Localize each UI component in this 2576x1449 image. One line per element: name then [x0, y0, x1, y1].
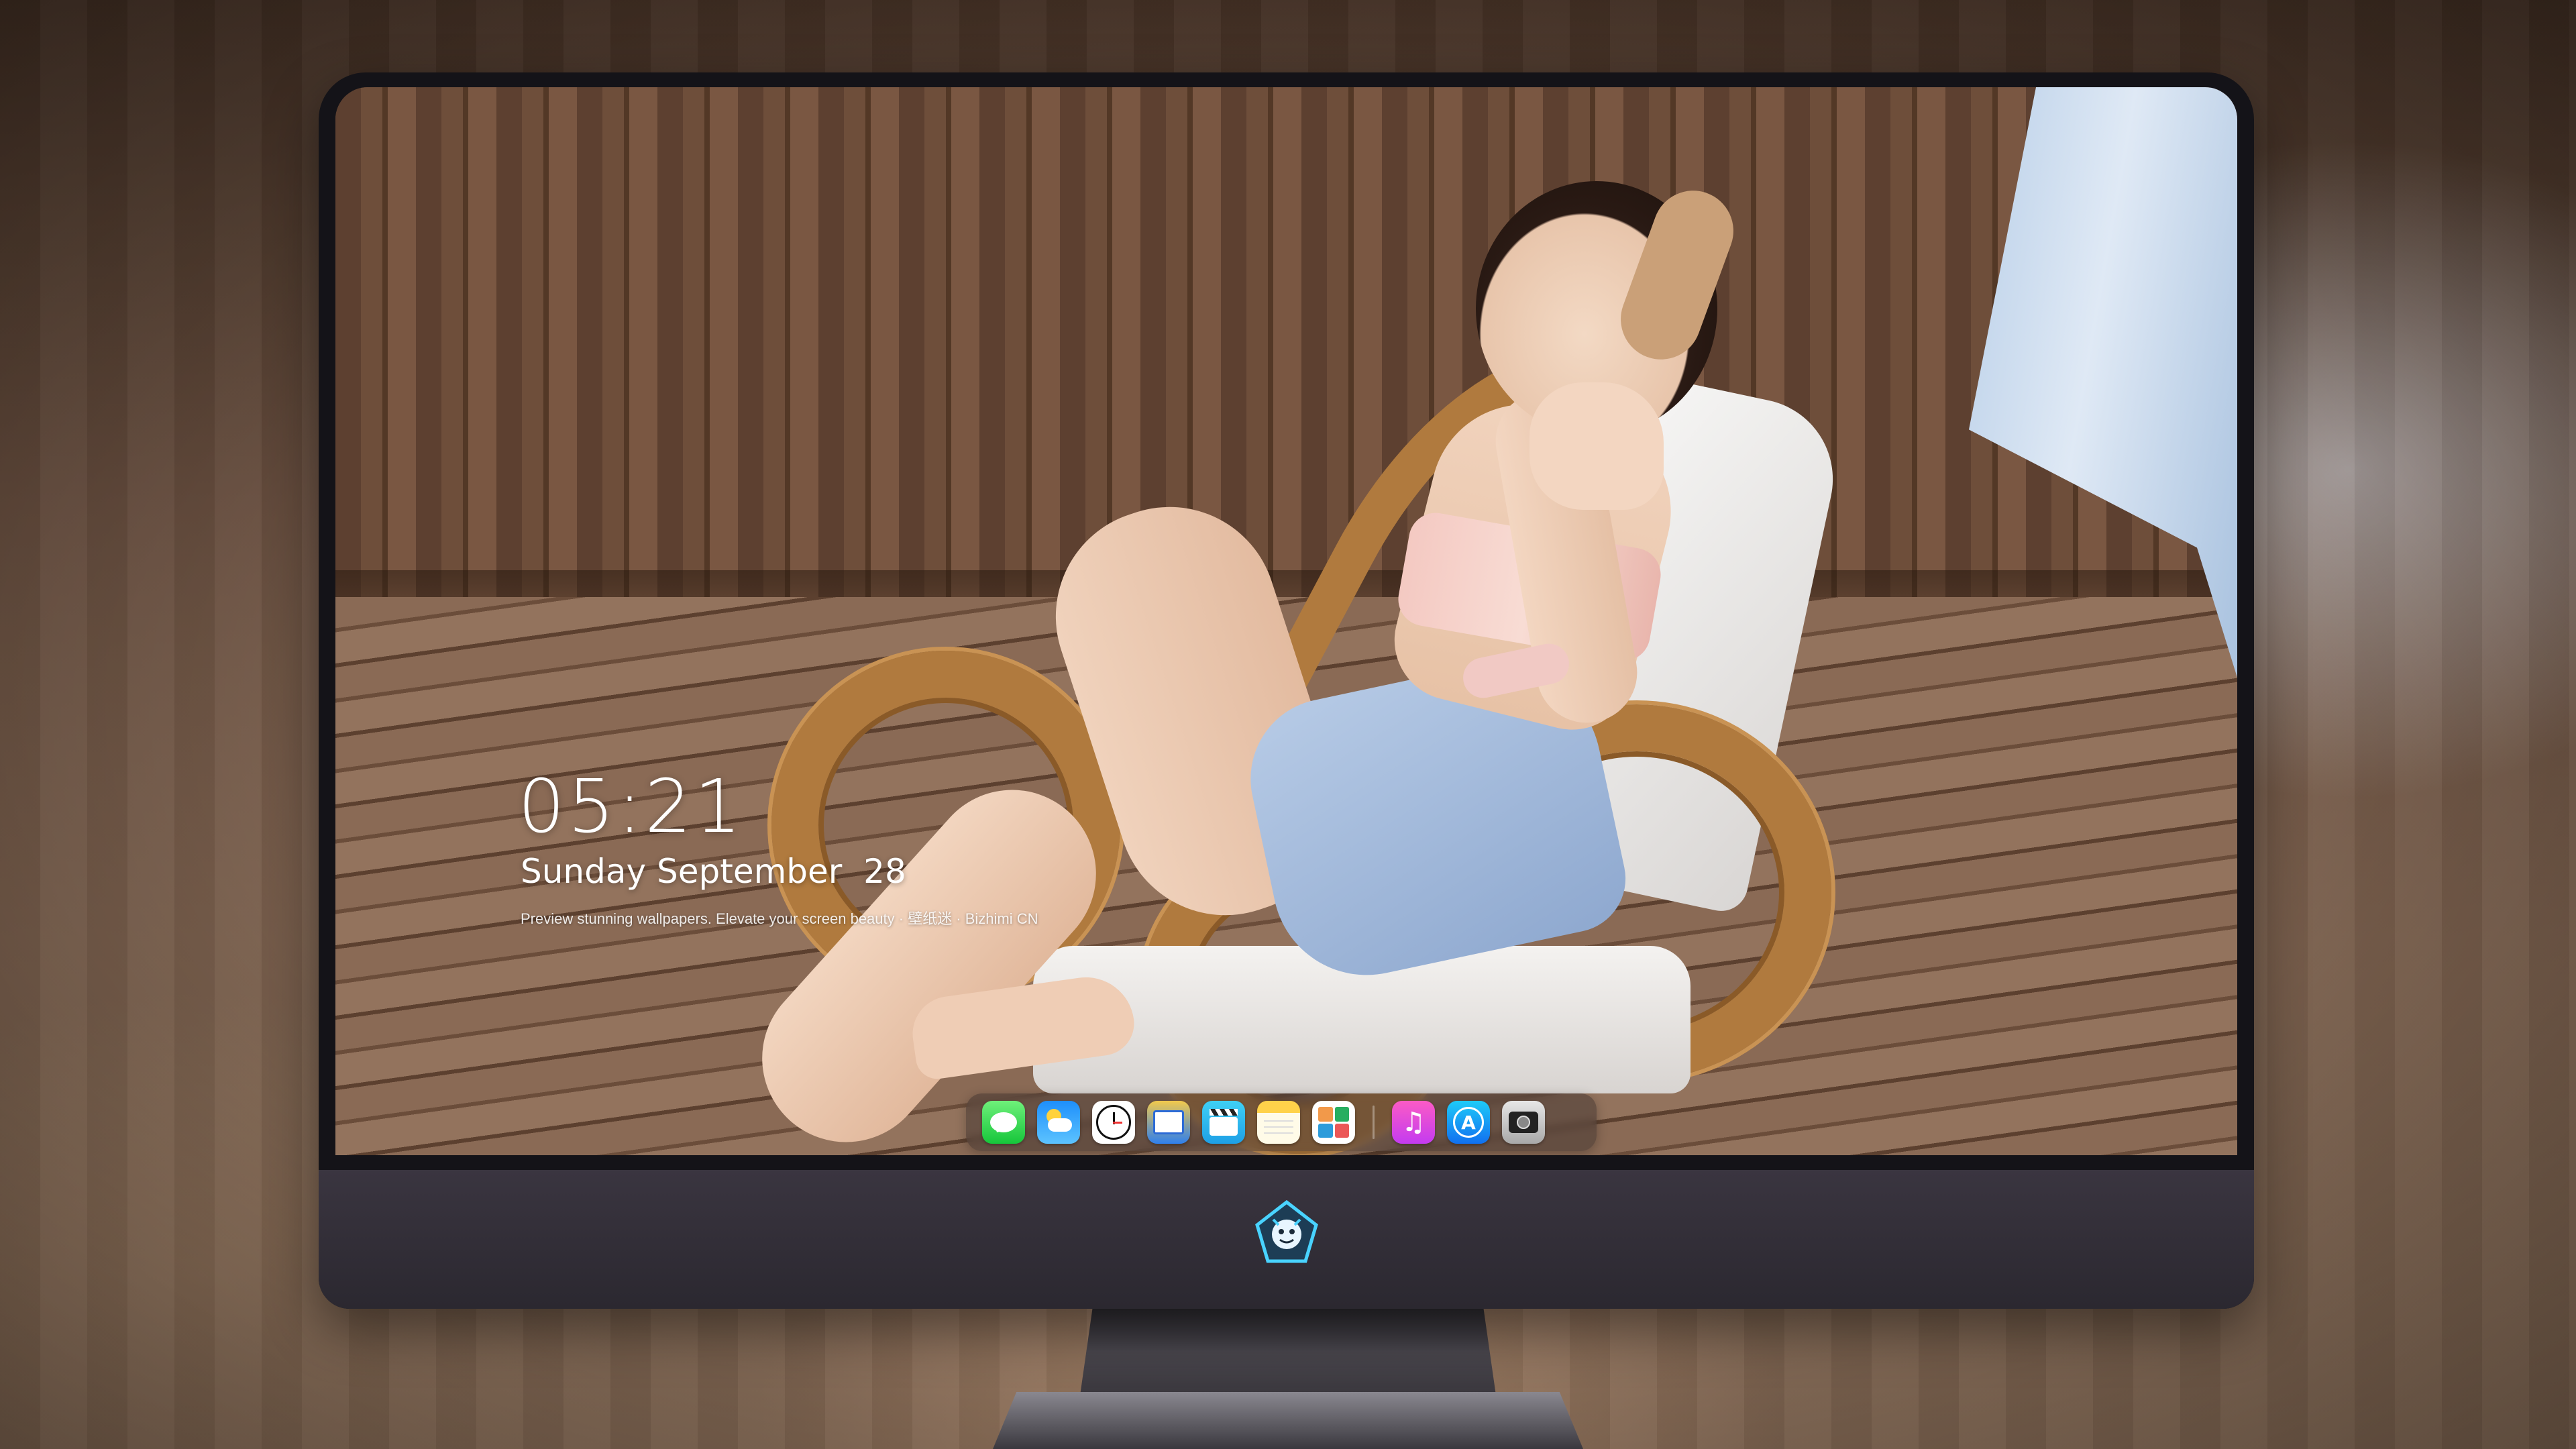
monitor-stand-base	[993, 1392, 1583, 1449]
lock-screen[interactable]: 05:21 Sunday September 28 Preview stunni…	[335, 87, 2237, 1155]
messages-icon[interactable]	[982, 1101, 1025, 1144]
preview-icon[interactable]	[1147, 1101, 1190, 1144]
person-figure	[727, 168, 1745, 1155]
clock-icon[interactable]	[1092, 1101, 1135, 1144]
photos-icon[interactable]	[1312, 1101, 1355, 1144]
monitor: 05:21 Sunday September 28 Preview stunni…	[319, 72, 2254, 1309]
notes-icon[interactable]	[1257, 1101, 1300, 1144]
dock-separator	[1373, 1106, 1375, 1139]
dragon-mascot-logo	[1253, 1199, 1320, 1267]
wallpaper	[335, 87, 2237, 1155]
music-icon[interactable]: ♫	[1392, 1101, 1435, 1144]
lock-screen-tagline: Preview stunning wallpapers. Elevate you…	[521, 910, 1038, 927]
lock-screen-date: Sunday September 28	[521, 852, 906, 891]
camera-icon[interactable]	[1502, 1101, 1545, 1144]
monitor-stand-neck	[1080, 1308, 1496, 1395]
lock-screen-clock: 05:21	[518, 763, 745, 849]
clips-icon[interactable]	[1202, 1101, 1245, 1144]
app-store-icon[interactable]: A	[1447, 1101, 1490, 1144]
weather-icon[interactable]	[1037, 1101, 1080, 1144]
dock: ♫ A	[966, 1093, 1597, 1151]
